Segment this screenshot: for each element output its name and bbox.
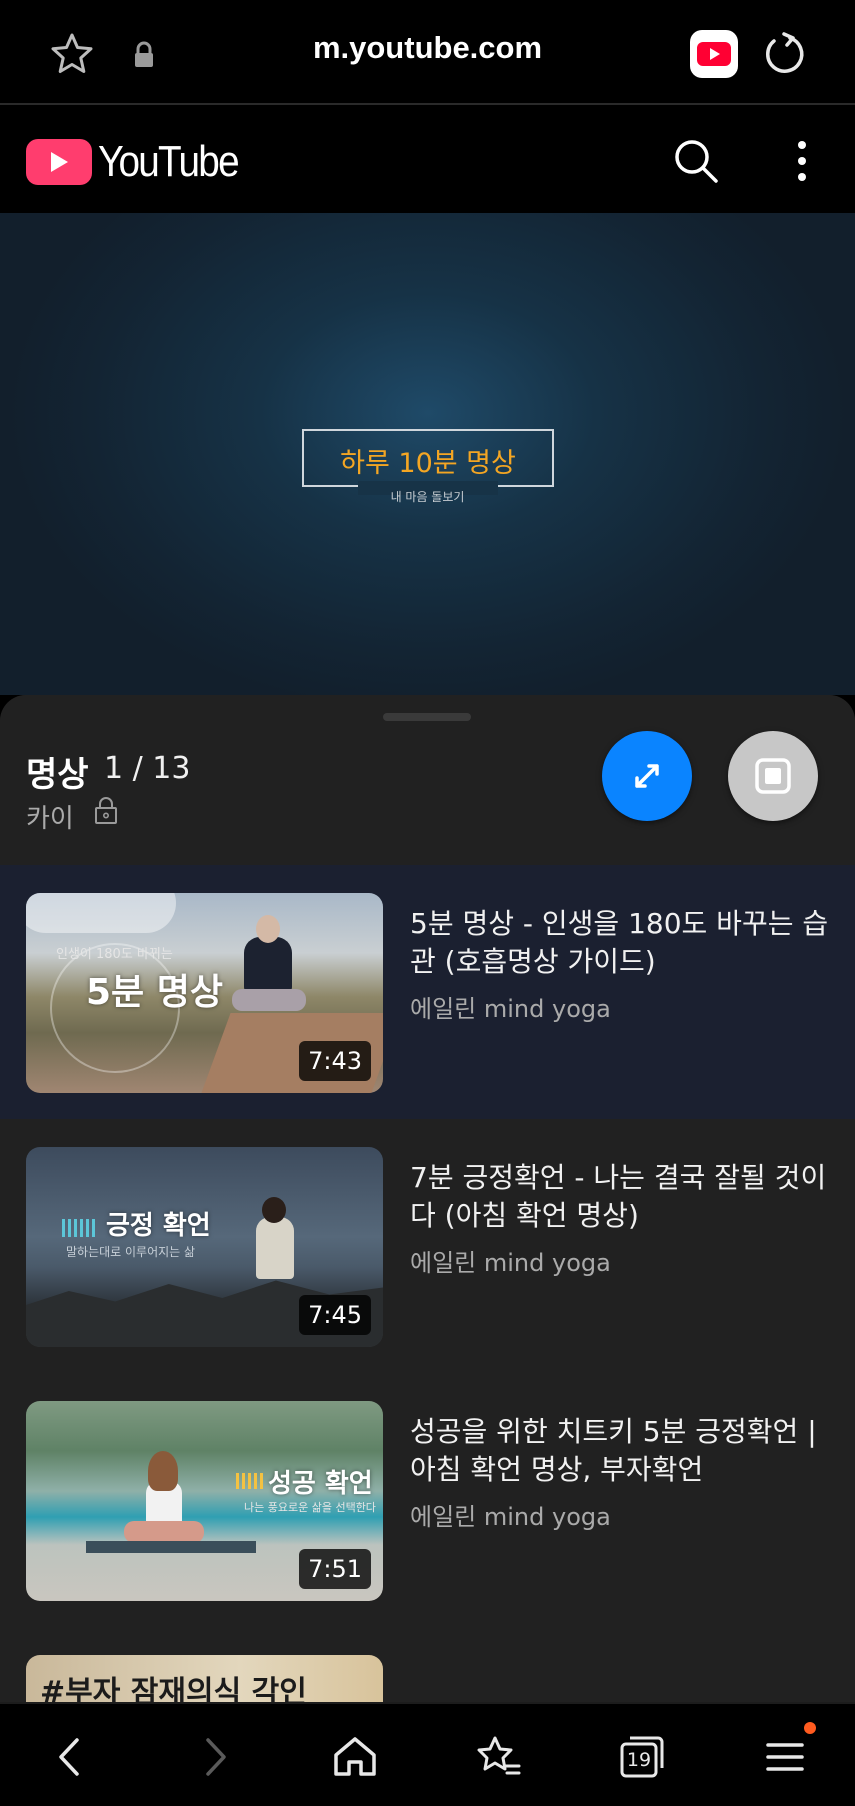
thumb-title: 성공 확언 <box>268 1469 373 1499</box>
youtube-header: YouTube <box>0 107 855 213</box>
home-icon[interactable] <box>330 1732 380 1782</box>
thumb-caption: 인생이 180도 바뀌는 <box>56 947 173 962</box>
private-lock-icon <box>95 797 117 824</box>
channel-name: 에일린 mind yoga <box>410 995 611 1023</box>
youtube-app-icon[interactable] <box>690 30 738 78</box>
playlist-item[interactable]: 인생이 180도 바뀌는 5분 명상 7:43 5분 명상 - 인생을 180도… <box>0 865 855 1119</box>
browser-toolbar: m.youtube.com <box>0 0 855 105</box>
duration-badge: 7:51 <box>299 1549 371 1589</box>
video-title-frame: 하루 10분 명상 <box>302 429 554 487</box>
playlist-item[interactable]: 성공 확언 나는 풍요로운 삶을 선택한다 7:51 성공을 위한 치트키 5분… <box>0 1373 855 1627</box>
thumb-title: 5분 명상 <box>86 972 223 1013</box>
menu-icon[interactable] <box>760 1732 810 1782</box>
thumb-caption: 나는 풍요로운 삶을 선택한다 <box>244 1501 376 1514</box>
playlist-title[interactable]: 명상 <box>26 747 89 796</box>
more-vert-icon[interactable] <box>790 137 814 185</box>
drag-handle[interactable] <box>383 713 471 721</box>
youtube-logo[interactable]: YouTube <box>26 137 257 187</box>
video-title-text: 하루 10분 명상 <box>340 448 516 479</box>
bookmarks-icon[interactable] <box>473 1732 523 1782</box>
video-thumbnail[interactable]: 인생이 180도 바뀌는 5분 명상 7:43 <box>26 893 383 1093</box>
video-title[interactable]: 7분 긍정확언 - 나는 결국 잘될 것이다 (아침 확언 명상) <box>410 1159 830 1235</box>
back-icon[interactable] <box>45 1732 95 1782</box>
video-title[interactable]: 성공을 위한 치트키 5분 긍정확언 | 아침 확언 명상, 부자확언 <box>410 1413 830 1489</box>
playlist-panel: 명상 1 / 13 카이 인생이 180도 바뀌는 5분 명상 7:43 5분 … <box>0 695 855 1702</box>
video-thumbnail[interactable]: 성공 확언 나는 풍요로운 삶을 선택한다 7:51 <box>26 1401 383 1601</box>
notification-dot <box>804 1722 816 1734</box>
thumb-title: 긍정 확언 <box>106 1211 211 1241</box>
video-subtitle-text: 내 마음 돌보기 <box>390 490 465 504</box>
pop-up-player-button[interactable] <box>728 731 818 821</box>
thumb-caption: 말하는대로 이루어지는 삶 <box>66 1245 196 1259</box>
tabs-icon[interactable]: 19 <box>616 1730 668 1782</box>
reload-icon[interactable] <box>760 30 808 78</box>
video-thumbnail[interactable]: #부자 잠재의식 각인 <box>26 1655 383 1702</box>
pip-icon <box>755 758 791 794</box>
youtube-wordmark: YouTube <box>98 137 240 186</box>
playlist-owner: 카이 <box>26 804 74 834</box>
youtube-play-icon <box>26 139 92 185</box>
video-thumbnail[interactable]: 긍정 확언 말하는대로 이루어지는 삶 7:45 <box>26 1147 383 1347</box>
expand-button[interactable] <box>602 731 692 821</box>
thumb-title: #부자 잠재의식 각인 <box>40 1675 307 1702</box>
video-player[interactable]: 하루 10분 명상 내 마음 돌보기 <box>0 213 855 695</box>
browser-bottom-nav: 19 <box>0 1702 855 1806</box>
forward-icon[interactable] <box>190 1732 240 1782</box>
video-title[interactable]: 5분 명상 - 인생을 180도 바꾸는 습관 (호흡명상 가이드) <box>410 905 830 981</box>
search-icon[interactable] <box>672 137 720 185</box>
channel-name: 에일린 mind yoga <box>410 1503 611 1531</box>
playlist-header: 명상 1 / 13 카이 <box>0 695 855 865</box>
playlist-position: 1 / 13 <box>104 751 191 786</box>
channel-name: 에일린 mind yoga <box>410 1249 611 1277</box>
playlist-item[interactable]: 긍정 확언 말하는대로 이루어지는 삶 7:45 7분 긍정확언 - 나는 결국… <box>0 1119 855 1373</box>
tab-count: 19 <box>626 1749 652 1771</box>
duration-badge: 7:45 <box>299 1295 371 1335</box>
duration-badge: 7:43 <box>299 1041 371 1081</box>
expand-icon <box>635 764 659 788</box>
